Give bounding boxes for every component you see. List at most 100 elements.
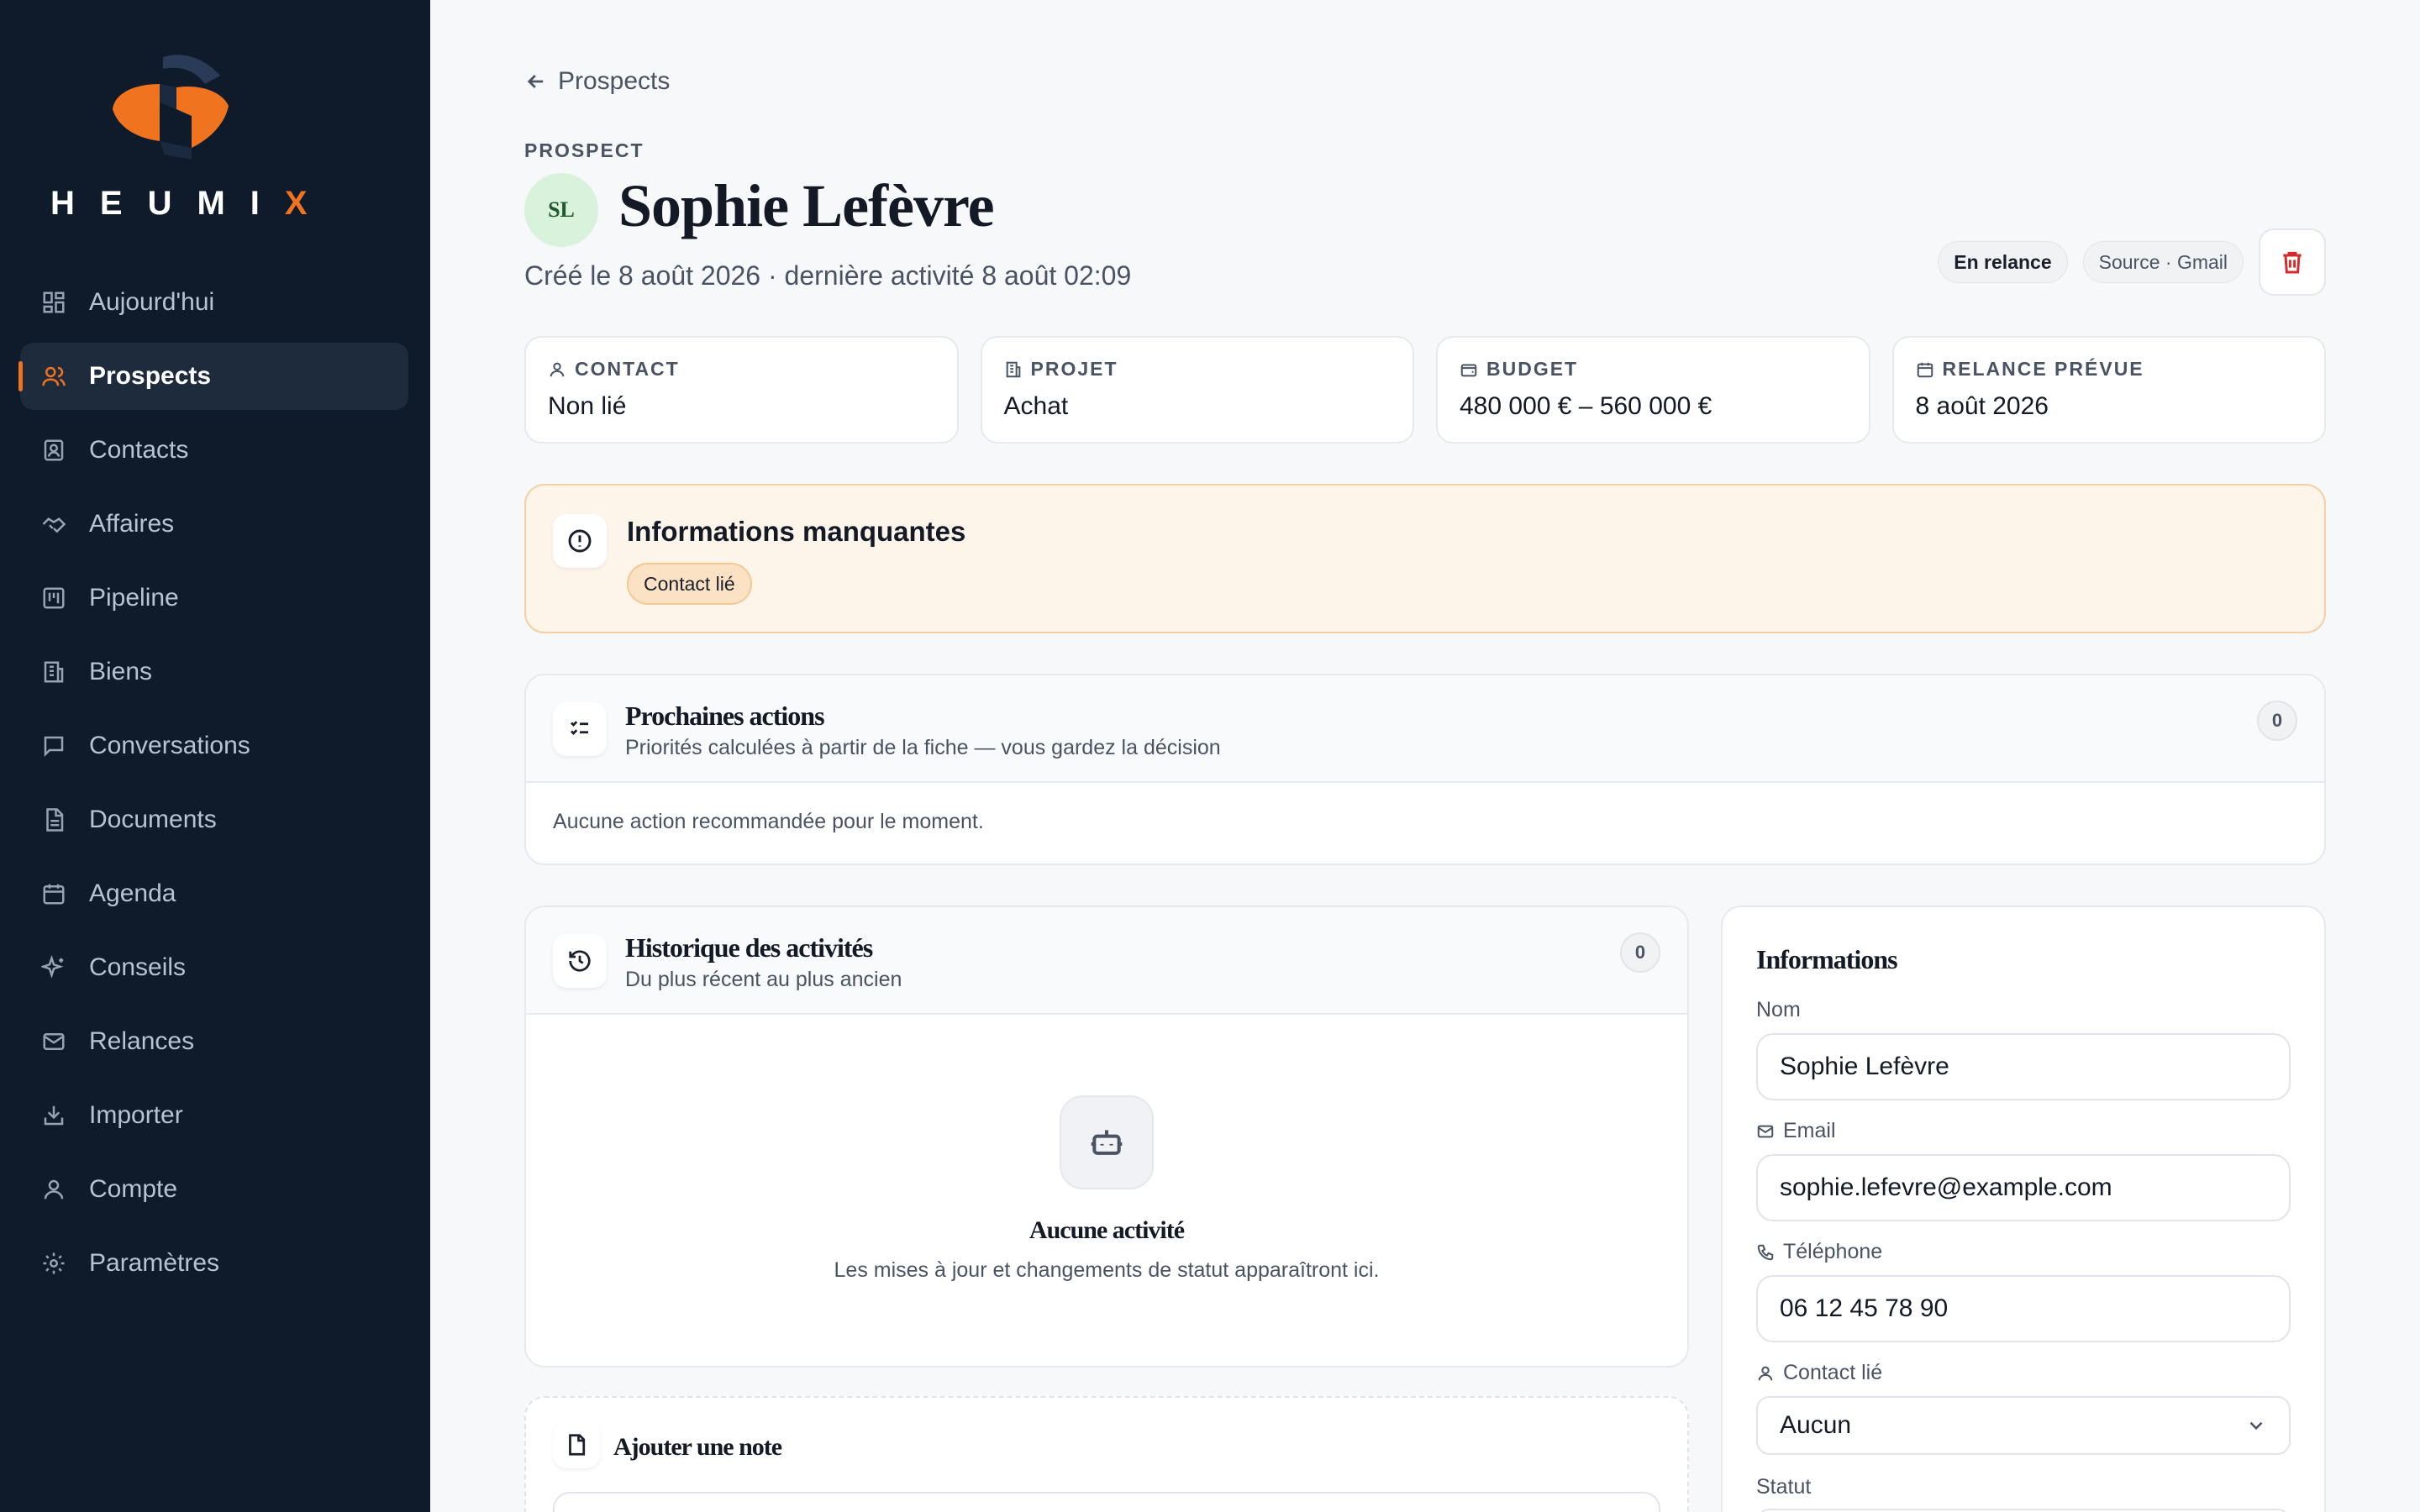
brand-wordmark: HEUMIX [50, 185, 308, 223]
delete-button[interactable] [2259, 228, 2326, 296]
back-link[interactable]: Prospects [524, 67, 670, 96]
status-label: Statut [1756, 1475, 1811, 1499]
stat-card-projet: PROJET Achat [980, 336, 1414, 444]
page-subtitle: Créé le 8 août 2026 · dernière activité … [524, 260, 1132, 291]
stat-value: 480 000 € – 560 000 € [1460, 392, 1712, 420]
history-panel: Historique des activités Du plus récent … [524, 906, 1689, 1368]
users-icon [40, 363, 67, 390]
name-label: Nom [1756, 998, 1801, 1022]
stat-label: BUDGET [1486, 358, 1579, 380]
source-badge: Source · Gmail [2082, 241, 2244, 283]
add-note-panel: Ajouter une note [524, 1396, 1689, 1512]
mail-icon [40, 1028, 67, 1055]
history-icon [553, 934, 607, 988]
page-title: Sophie Lefèvre [618, 172, 995, 239]
history-count: 0 [1620, 932, 1660, 973]
sidebar-nav: Aujourd'hui Prospects Contacts Affaires … [18, 269, 408, 1304]
sidebar-item-label: Biens [89, 658, 153, 685]
contact-select-value: Aucun [1780, 1411, 1852, 1439]
phone-icon [1757, 1244, 1774, 1260]
sidebar-item-documents[interactable]: Documents [20, 786, 408, 853]
stat-label: CONTACT [575, 358, 680, 380]
sidebar-item-label: Documents [89, 806, 217, 833]
sparkles-icon [40, 954, 67, 981]
calendar-icon [1917, 362, 1933, 377]
sidebar-item-compte[interactable]: Compte [20, 1156, 408, 1223]
sidebar-item-conseils[interactable]: Conseils [20, 934, 408, 1001]
back-link-label: Prospects [558, 67, 671, 95]
arrow-left-icon [527, 75, 544, 88]
sidebar-item-conversations[interactable]: Conversations [20, 712, 408, 780]
status-badge[interactable]: En relance [1938, 241, 2068, 283]
handshake-icon [40, 511, 67, 538]
stat-card-relance: RELANCE PRÉVUE 8 août 2026 [1891, 336, 2326, 444]
sidebar: HEUMIX Aujourd'hui Prospects Contacts Af… [0, 0, 430, 1512]
sidebar-item-contacts[interactable]: Contacts [20, 417, 408, 484]
alert-circle-icon [553, 514, 607, 568]
sidebar-item-affaires[interactable]: Affaires [20, 491, 408, 558]
sidebar-item-relances[interactable]: Relances [20, 1008, 408, 1075]
stat-label: PROJET [1030, 358, 1118, 380]
gear-icon [40, 1250, 67, 1277]
add-note-title: Ajouter une note [613, 1433, 782, 1461]
next-actions-title: Prochaines actions [625, 701, 825, 731]
brand-logo[interactable]: HEUMIX [50, 50, 308, 227]
user-icon [1758, 1366, 1773, 1380]
email-label: Email [1756, 1119, 1836, 1143]
email-label-text: Email [1783, 1119, 1836, 1142]
status-label-text: Statut [1756, 1475, 1812, 1499]
dashboard-icon [40, 289, 67, 316]
contact-select[interactable]: Aucun [1756, 1396, 2291, 1455]
sidebar-item-label: Compte [89, 1175, 178, 1203]
next-actions-panel: Prochaines actions Priorités calculées à… [524, 674, 2326, 865]
name-field[interactable] [1756, 1033, 2291, 1100]
building-icon [1006, 361, 1020, 377]
history-empty-title: Aucune activité [1028, 1216, 1185, 1244]
info-title: Informations [1756, 944, 1898, 974]
sidebar-item-agenda[interactable]: Agenda [20, 860, 408, 927]
sidebar-item-importer[interactable]: Importer [20, 1082, 408, 1149]
chevron-down-icon [2249, 1421, 2263, 1431]
stat-value: Achat [1003, 392, 1069, 420]
sidebar-item-label: Paramètres [89, 1249, 220, 1277]
info-panel: Informations Nom Email Téléphone Contact… [1721, 906, 2326, 1512]
mail-icon [1757, 1125, 1774, 1137]
sidebar-item-label: Conversations [89, 732, 250, 759]
stat-card-contact: CONTACT Non lié [524, 336, 959, 444]
user-icon [550, 362, 565, 376]
contact-label: Contact lié [1756, 1361, 1882, 1385]
history-header: Historique des activités Du plus récent … [526, 907, 1687, 1015]
status-select[interactable] [1756, 1509, 2291, 1512]
brand-logo-mark [113, 55, 229, 160]
sidebar-item-biens[interactable]: Biens [20, 638, 408, 706]
phone-field[interactable] [1756, 1275, 2291, 1342]
note-textarea[interactable] [553, 1492, 1660, 1512]
brand-name-accent: X [284, 185, 333, 222]
next-actions-subtitle: Priorités calculées à partir de la fiche… [625, 736, 1221, 759]
stat-label: RELANCE PRÉVUE [1942, 358, 2144, 380]
sidebar-item-label: Conseils [89, 953, 187, 981]
sidebar-item-prospects[interactable]: Prospects [18, 343, 408, 410]
sidebar-item-label: Affaires [89, 510, 175, 538]
email-field[interactable] [1756, 1154, 2291, 1221]
phone-label: Téléphone [1756, 1240, 1882, 1264]
checklist-icon [553, 702, 607, 756]
wallet-icon [1460, 363, 1477, 376]
history-empty-state: Aucune activité Les mises à jour et chan… [526, 1015, 1687, 1366]
page-eyebrow: PROSPECT [524, 139, 644, 161]
import-icon [40, 1102, 67, 1129]
missing-info-alert: Informations manquantes Contact lié [524, 484, 2326, 633]
avatar: SL [524, 173, 598, 247]
sidebar-item-aujourdhui[interactable]: Aujourd'hui [20, 269, 408, 336]
history-title: Historique des activités [625, 932, 873, 963]
main-content: Prospects PROSPECT SL Sophie Lefèvre Cré… [430, 0, 2420, 1512]
message-icon [40, 732, 67, 759]
sidebar-item-label: Prospects [89, 362, 212, 390]
next-actions-empty: Aucune action recommandée pour le moment… [553, 810, 984, 833]
missing-field-chip[interactable]: Contact lié [627, 563, 752, 605]
brand-name-main: HEUMI [50, 185, 285, 222]
trash-icon [2283, 251, 2302, 274]
sidebar-item-parametres[interactable]: Paramètres [20, 1230, 408, 1297]
phone-label-text: Téléphone [1783, 1240, 1883, 1263]
sidebar-item-pipeline[interactable]: Pipeline [20, 564, 408, 632]
